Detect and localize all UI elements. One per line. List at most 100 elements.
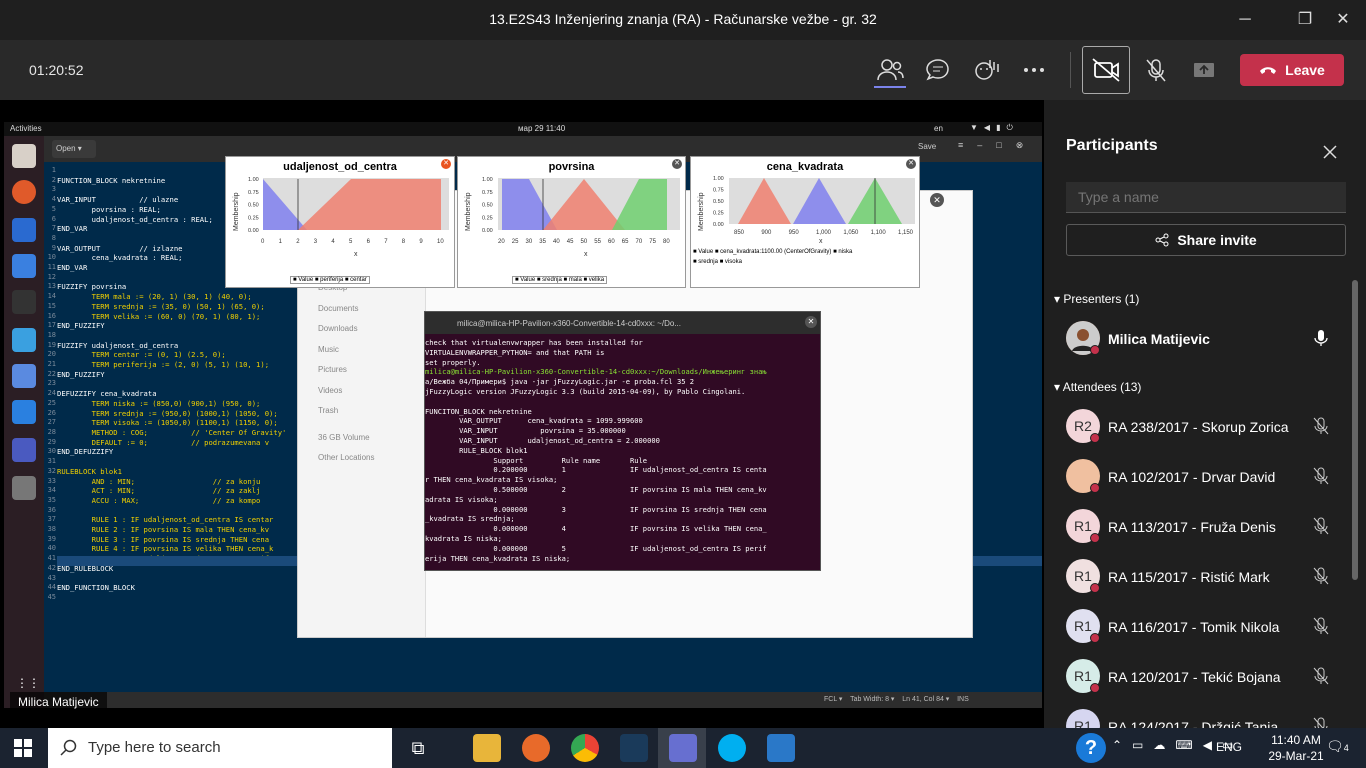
taskbar-clock[interactable]: 11:40 AM 29-Mar-21 [1266,732,1326,764]
xlabel: x [584,251,588,258]
search-participants-input[interactable] [1066,182,1346,213]
notification-count: 4 [1343,743,1349,753]
status-badge [1090,345,1100,355]
files-sidebar-item[interactable]: Pictures [318,365,347,374]
plot-povrsina-svg: Membership 20 25 30 35 40 45 50 55 60 65 70 75 80 1.… [465,177,680,258]
terminal-line: 0.500000 2 IF povrsina IS mala THEN cena… [425,484,767,494]
files-sidebar-item[interactable]: 36 GB Volume [318,433,370,442]
code-line: ACT : MIN; // za zaklj [57,486,261,496]
presenter-row[interactable]: Milica Matijevic [1066,321,1356,361]
presenters-header[interactable]: ▾ Presenters (1) [1054,292,1139,306]
more-options-icon[interactable] [1018,54,1050,86]
plot-close-icon[interactable]: ✕ [672,159,682,169]
plot-close-icon[interactable]: ✕ [441,159,451,169]
participants-icon[interactable] [874,54,906,88]
meeting-timer: 01:20:52 [29,62,84,78]
help-icon[interactable]: ? [1076,733,1106,763]
editor-window-controls[interactable]: ≡–□⊗ [958,140,1037,151]
windows-start-icon[interactable] [14,739,32,762]
y-tick-label: 1.00 [713,176,724,182]
status-badge [1090,483,1100,493]
files-sidebar-item[interactable]: Music [318,345,339,354]
x-tick-label: 1 [279,239,283,245]
attendee-row[interactable]: R1 RA 116/2017 - Tomik Nikola [1066,609,1356,649]
status-badge [1090,683,1100,693]
notification-icon[interactable]: 🗨4 [1326,738,1349,755]
meeting-toolbar: 01:20:52 Leave [0,40,1366,100]
x-tick-label: 55 [594,239,601,245]
close-panel-icon[interactable] [1318,140,1342,164]
y-tick-label: 0.75 [248,190,259,196]
files-sidebar-item[interactable]: Trash [318,406,338,415]
chat-icon[interactable] [922,54,954,86]
files-sidebar-item[interactable]: Documents [318,304,358,313]
skype-icon[interactable] [718,734,746,762]
panel-scrollbar[interactable] [1352,280,1358,580]
attendee-row[interactable]: R1 RA 113/2017 - Fruža Denis [1066,509,1356,549]
reactions-icon[interactable] [970,54,1002,86]
file-explorer-icon[interactable] [473,734,501,762]
task-view-icon[interactable]: ⧉ [404,734,432,762]
code-line: TERM srednja := (35, 0) (50, 1) (65, 0); [57,301,265,311]
xlabel: x [354,251,358,258]
text-editor-icon [12,254,36,278]
code-line: END_FUNCTION_BLOCK [57,583,135,593]
files-close-icon[interactable]: ✕ [930,193,944,207]
share-screen-icon[interactable] [1188,54,1220,86]
close-window-button[interactable]: ✕ [1320,6,1366,34]
lang-indicator[interactable]: ENG [1216,740,1242,754]
files-sidebar-item[interactable]: Videos [318,386,342,395]
ylabel: Membership [465,192,472,231]
leave-button[interactable]: Leave [1240,54,1344,86]
clock-date: 29-Mar-21 [1268,749,1324,763]
code-line: METHOD : COG; // 'Center Of Gravity' [57,427,287,437]
save-button[interactable]: Save [918,142,936,151]
attendee-row[interactable]: R1 RA 120/2017 - Tekić Bojana [1066,659,1356,699]
taskbar-search-placeholder: Type here to search [88,739,221,756]
attendee-row[interactable]: R1 RA 115/2017 - Ristić Mark [1066,559,1356,599]
line-number: 33 [47,476,56,485]
taskbar-search-box[interactable]: Type here to search [48,728,392,768]
x-tick-label: 75 [649,239,656,245]
line-number: 16 [47,311,56,320]
editor-status-bar: FCL ▾ Tab Width: 8 ▾ Ln 41, Col 84 ▾ INS [44,692,1042,708]
ubuntu-top-bar: Activities мар 29 11:40 en ▼◀▮⏻ [4,122,1042,136]
code-line: RULEBLOCK blok1 [57,466,122,476]
attendee-name: RA 238/2017 - Skorup Zorica [1108,419,1289,435]
line-number: 18 [47,330,56,339]
x-tick-label: 8 [402,239,406,245]
attendees-header[interactable]: ▾ Attendees (13) [1054,380,1141,394]
y-tick-label: 0.50 [248,203,259,209]
code-line: DEFUZZIFY cena_kvadrata [57,389,157,399]
presenter-name-pill: Milica Matijevic [10,692,107,712]
line-number: 26 [47,408,56,417]
terminal-output[interactable]: check that virtualenvwrapper has been in… [425,338,820,573]
terminal-close-icon[interactable]: ✕ [805,316,817,328]
camera-off-button[interactable] [1082,46,1130,94]
firefox-icon[interactable] [522,734,550,762]
open-button[interactable]: Open ▾ [52,140,96,158]
plot-close-icon[interactable]: ✕ [906,159,916,169]
plot-legend: ■ Value ■ srednja ■ mala ■ velika [512,276,608,284]
video-app-icon[interactable] [767,734,795,762]
code-line: ACCU : MAX; // za kompo [57,495,261,505]
y-tick-label: 0.25 [713,211,724,217]
minimize-button[interactable]: ─ [1222,6,1268,34]
share-invite-button[interactable]: Share invite [1066,224,1346,256]
files-sidebar-item[interactable]: Downloads [318,324,358,333]
presenter-name: Milica Matijevic [1108,331,1210,347]
chrome-icon[interactable] [571,734,599,762]
attendee-row[interactable]: R2 RA 238/2017 - Skorup Zorica [1066,409,1356,449]
files-sidebar-item[interactable]: Other Locations [318,453,374,462]
line-number: 43 [47,573,56,582]
mic-off-icon[interactable] [1140,54,1172,86]
attendee-row[interactable]: RA 102/2017 - Drvar David [1066,459,1356,499]
x-tick-label: 70 [636,239,643,245]
x-tick-label: 3 [314,239,318,245]
remote-app-icon[interactable] [620,734,648,762]
x-tick-label: 25 [512,239,519,245]
terminal-line: erija THEN cena_kvadrata IS niska; [425,553,571,563]
